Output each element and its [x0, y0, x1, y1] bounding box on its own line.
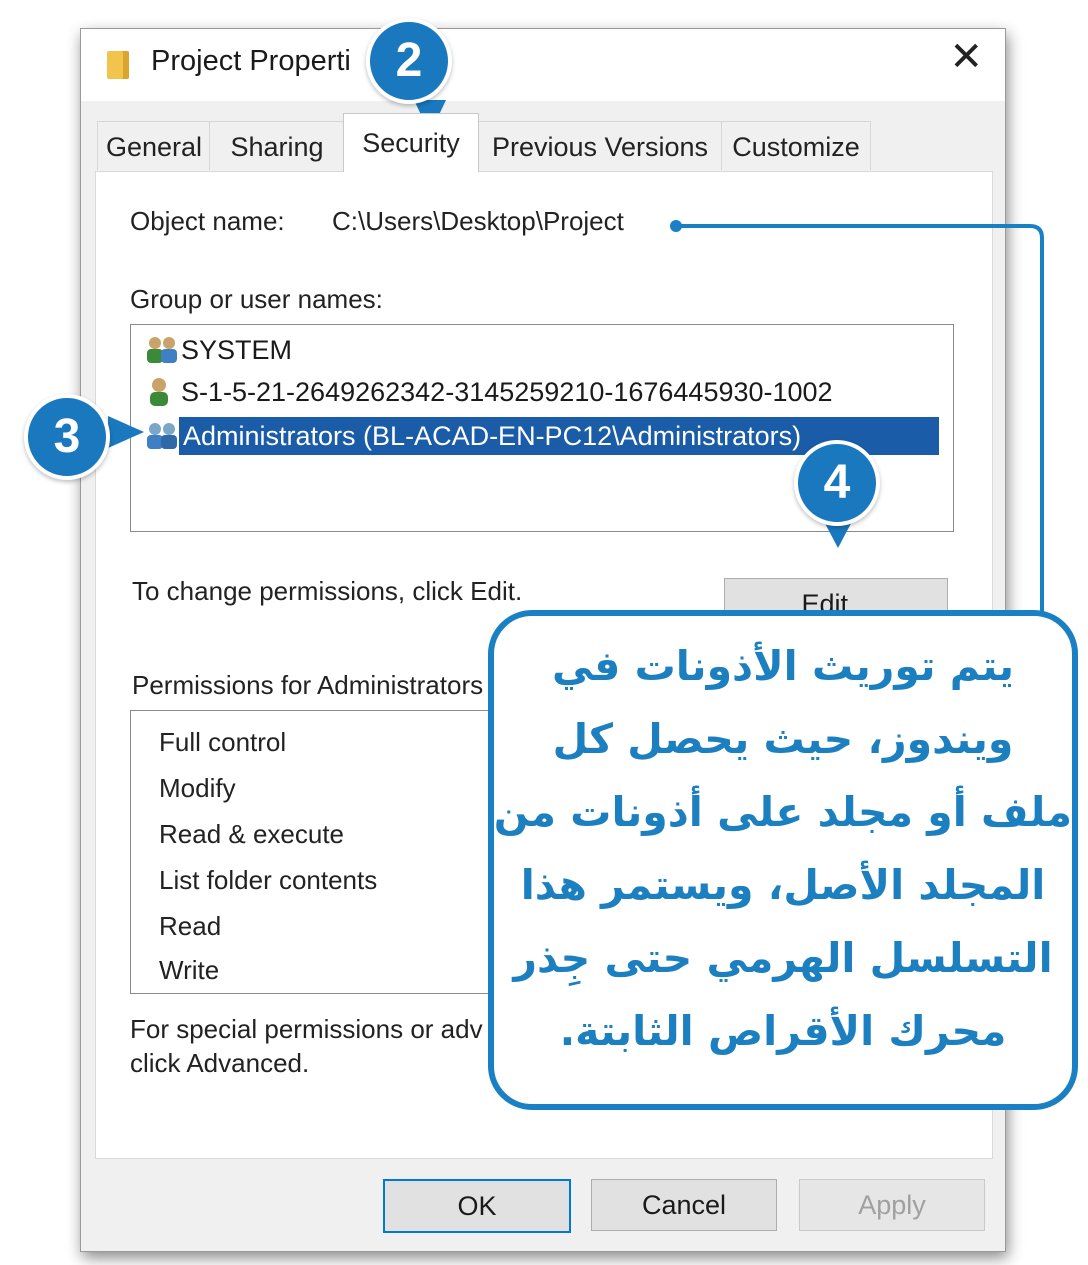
callout-line: التسلسل الهرمي حتى جِذر: [513, 934, 1053, 982]
callout-line: ملف أو مجلد على أذونات من: [493, 788, 1072, 836]
callout-line: يتم توريث الأذونات في: [551, 642, 1015, 690]
marker-3-pointer: [108, 416, 144, 448]
info-callout: يتم توريث الأذونات في ويندوز، حيث يحصل ك…: [488, 610, 1078, 1110]
tab-security[interactable]: Security: [343, 113, 479, 172]
step-marker-2: 2: [366, 18, 452, 104]
step-marker-3: 3: [24, 394, 110, 480]
callout-line: ويندوز، حيث يحصل كل: [552, 715, 1014, 763]
callout-line: المجلد الأصل، ويستمر هذا: [520, 861, 1046, 909]
callout-line: محرك الأقراص الثابتة.: [559, 1007, 1007, 1055]
callout-text: يتم توريث الأذونات في ويندوز، حيث يحصل ك…: [494, 630, 1072, 1068]
step-marker-4: 4: [794, 440, 880, 526]
